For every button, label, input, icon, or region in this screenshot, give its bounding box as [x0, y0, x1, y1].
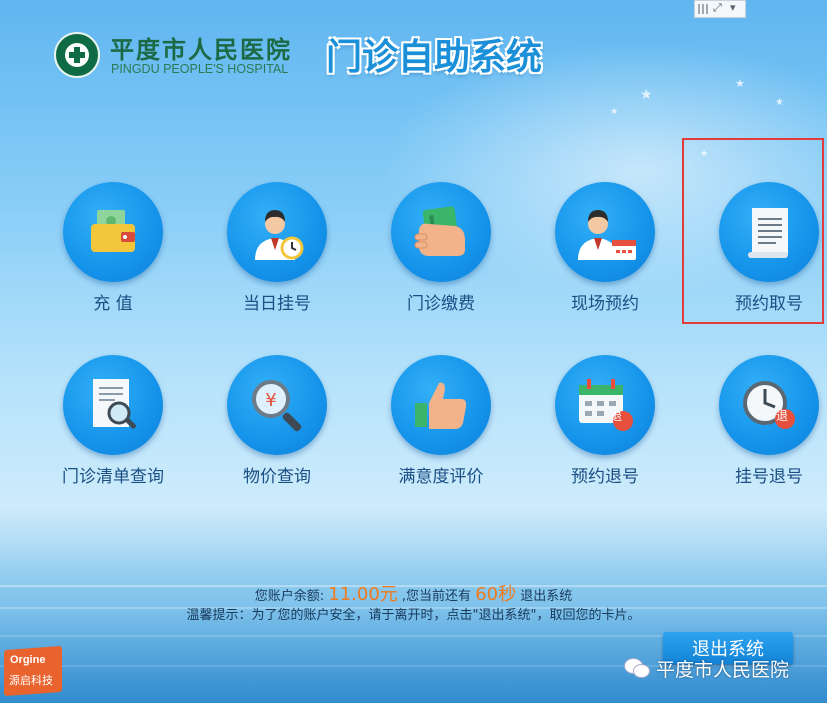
- system-title: 门诊自助系统: [326, 37, 543, 78]
- tile-label: 门诊缴费: [407, 294, 475, 314]
- kiosk-screen: ★ ★ ★ ★ ★ ⤢ ▾ 平度市人民医院 PINGDU PEOPLE'S HO…: [0, 0, 827, 703]
- clock-refund-icon: [743, 381, 795, 429]
- tile-circle[interactable]: [391, 182, 491, 282]
- safety-tip: 温馨提示：为了您的账户安全，请于离开时，点击"退出系统"，取回您的卡片。: [186, 608, 641, 623]
- menu-tile-appointment-refund[interactable]: 退 预约退号: [542, 355, 672, 505]
- tile-label: 现场预约: [571, 294, 639, 314]
- svg-text:¥: ¥: [265, 390, 276, 411]
- balance-prefix: 您账户余额:: [254, 589, 325, 604]
- price-magnifier-icon: ¥: [252, 380, 302, 432]
- tile-circle[interactable]: [227, 182, 327, 282]
- document-search-icon: [93, 379, 136, 429]
- watermark-text: 平度市人民医院: [656, 658, 790, 681]
- tile-label: 满意度评价: [398, 467, 484, 487]
- hospital-logo: 平度市人民医院 PINGDU PEOPLE'S HOSPITAL: [54, 30, 304, 80]
- menu-tile-onsite-appointment[interactable]: 现场预约: [542, 182, 672, 332]
- tile-label: 当日挂号: [243, 294, 311, 314]
- star-decoration: ★: [735, 77, 745, 90]
- balance-line: 您账户余额: 11.00元 ,您当前还有 60秒 退出系统: [0, 580, 827, 606]
- vendor-name: 源启科技: [9, 674, 53, 687]
- chevron-down-icon[interactable]: ▾: [730, 1, 736, 14]
- selection-highlight: [682, 138, 824, 324]
- grid-icon[interactable]: [698, 4, 708, 14]
- tile-label: 充 值: [93, 294, 133, 314]
- menu-tile-satisfaction-rating[interactable]: 满意度评价: [378, 355, 508, 505]
- menu-tile-register-refund[interactable]: 退 挂号退号: [706, 355, 827, 505]
- star-decoration: ★: [775, 97, 784, 108]
- balance-middle: ,您当前还有: [401, 589, 472, 604]
- watermark: 平度市人民医院: [624, 656, 790, 681]
- calendar-refund-icon: [579, 379, 633, 431]
- menu-tile-same-day-register[interactable]: 当日挂号: [214, 182, 344, 332]
- tile-circle[interactable]: 退: [719, 355, 819, 455]
- menu-tile-outpatient-payment[interactable]: 门诊缴费: [378, 182, 508, 332]
- tile-circle[interactable]: [391, 355, 491, 455]
- star-decoration: ★: [610, 107, 619, 117]
- balance-suffix: 退出系统: [520, 589, 573, 604]
- hospital-name-cn: 平度市人民医院: [110, 35, 292, 64]
- balance-amount: 11.00元: [328, 584, 398, 605]
- refund-badge: 退: [610, 409, 623, 423]
- hospital-seal-icon: [54, 32, 100, 78]
- expand-icon[interactable]: ⤢: [713, 1, 722, 15]
- tile-label: 物价查询: [243, 467, 311, 487]
- wallet-icon: [91, 210, 135, 252]
- tile-circle[interactable]: [63, 355, 163, 455]
- vendor-badge: Orgine 源启科技: [4, 645, 62, 697]
- window-toolbar: ⤢ ▾: [694, 0, 746, 18]
- tile-circle[interactable]: [555, 182, 655, 282]
- doctor-calendar-icon: [578, 210, 636, 260]
- menu-tile-recharge[interactable]: 充 值: [50, 182, 180, 332]
- star-decoration: ★: [640, 87, 653, 103]
- tile-circle[interactable]: 退: [555, 355, 655, 455]
- menu-tile-price-query[interactable]: ¥ 物价查询: [214, 355, 344, 505]
- refund-badge: 退: [776, 409, 789, 423]
- countdown: 60秒: [475, 584, 517, 605]
- vendor-logo-text: Orgine: [10, 654, 46, 666]
- wechat-icon: [624, 658, 650, 678]
- tile-label: 门诊清单查询: [62, 467, 164, 487]
- tile-label: 挂号退号: [735, 467, 803, 487]
- doctor-clock-icon: [255, 210, 304, 260]
- tile-circle[interactable]: ¥: [227, 355, 327, 455]
- thumbs-up-icon: [415, 382, 467, 429]
- menu-tile-outpatient-list-query[interactable]: 门诊清单查询: [50, 355, 180, 505]
- hospital-name-en: PINGDU PEOPLE'S HOSPITAL: [111, 62, 289, 76]
- tile-circle[interactable]: [63, 182, 163, 282]
- tile-label: 预约退号: [571, 467, 639, 487]
- hand-card-icon: [414, 206, 465, 256]
